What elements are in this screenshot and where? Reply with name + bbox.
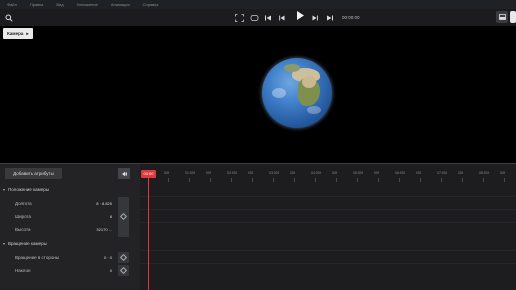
- ruler-tick: [231, 178, 232, 182]
- timeline-track[interactable]: [140, 222, 516, 236]
- ruler-tick: [420, 178, 421, 182]
- camera-button[interactable]: Камера ▸: [3, 28, 33, 39]
- skip-start-icon[interactable]: [264, 12, 272, 23]
- attribute-label: Широта: [15, 214, 32, 219]
- camera-button-label: Камера: [7, 31, 24, 36]
- step-forward-icon[interactable]: [311, 12, 319, 23]
- ruler-tick: [441, 178, 442, 182]
- loop-icon[interactable]: [250, 12, 259, 23]
- ruler-tick: [336, 178, 337, 182]
- attribute-value[interactable]: 8: [110, 210, 112, 223]
- continent-europe: [284, 64, 300, 72]
- skip-end-icon[interactable]: [326, 12, 334, 23]
- time-ruler[interactable]: 00f 01:00f 00f 02:00f 00f 03:00f 00f 04:00f 00f 0…: [140, 170, 516, 178]
- ruler-label: 00f: [458, 171, 463, 175]
- playhead[interactable]: [148, 178, 149, 290]
- ruler-tick: [315, 178, 316, 182]
- ruler-label: 00f: [500, 171, 505, 175]
- attribute-row: Высота 32170 ...: [0, 223, 140, 236]
- ruler-tick: [399, 178, 400, 182]
- search-icon[interactable]: [5, 12, 13, 23]
- ruler-tick: [504, 178, 505, 182]
- ruler-label: 00f: [164, 171, 169, 175]
- section-title: Вращение камеры: [8, 241, 47, 246]
- ruler-label: 00f: [374, 171, 379, 175]
- menu-bar: Файл Правка Вид Наложение Анимация Справ…: [0, 0, 516, 9]
- ruler-label: 04:00f: [311, 171, 321, 175]
- ruler-label: 00f: [290, 171, 295, 175]
- attribute-value[interactable]: 32170 ...: [96, 223, 112, 236]
- map-viewport[interactable]: [0, 26, 516, 163]
- section-camera-position[interactable]: ▼ Положение камеры: [0, 185, 140, 194]
- ruler-label: 00f: [206, 171, 211, 175]
- section-title: Положение камеры: [8, 187, 49, 192]
- menu-file[interactable]: Файл: [7, 2, 17, 7]
- attribute-row: Долгота 8 · 8.825: [0, 197, 140, 210]
- ruler-tick: [294, 178, 295, 182]
- attribute-label: Долгота: [15, 201, 32, 206]
- play-icon[interactable]: [295, 10, 305, 21]
- attribute-value[interactable]: 0 · 0: [104, 251, 112, 264]
- ruler-label: 00f: [416, 171, 421, 175]
- section-camera-rotation[interactable]: ▼ Вращение камеры: [0, 239, 140, 248]
- timecode: 00:00:00: [342, 15, 360, 20]
- keyframe-diamond-icon[interactable]: [118, 252, 129, 263]
- menu-animation[interactable]: Анимация: [111, 2, 130, 7]
- menu-view[interactable]: Вид: [56, 2, 63, 7]
- ruler-tick: [189, 178, 190, 182]
- ruler-tick: [378, 178, 379, 182]
- ruler-tick: [462, 178, 463, 182]
- logo-icon: [510, 11, 516, 23]
- ruler-label: 01:00f: [185, 171, 195, 175]
- ruler-label: 03:00f: [269, 171, 279, 175]
- clouds: [307, 106, 321, 114]
- ruler-tick: [273, 178, 274, 182]
- chevron-down-icon: ▼: [2, 188, 6, 192]
- chevron-down-icon: ▼: [2, 242, 6, 246]
- fit-frame-icon[interactable]: [235, 12, 244, 23]
- ruler-tick: [483, 178, 484, 182]
- playhead-label[interactable]: 00:00: [141, 170, 156, 178]
- timeline-track[interactable]: [140, 250, 516, 264]
- attribute-value[interactable]: 0: [110, 264, 112, 277]
- attribute-label: Наклон: [15, 268, 31, 273]
- clouds: [272, 88, 286, 98]
- timeline-track[interactable]: [140, 263, 516, 277]
- timeline-track[interactable]: [140, 209, 516, 223]
- ruler-tick: [210, 178, 211, 182]
- attribute-label: Вращение в стороны: [15, 255, 60, 260]
- step-back-icon[interactable]: [278, 12, 286, 23]
- menu-edit[interactable]: Правка: [30, 2, 44, 7]
- keyframe-toggle-button[interactable]: [118, 168, 130, 179]
- keyframe-diamond-icon[interactable]: [118, 211, 129, 222]
- attribute-label: Высота: [15, 227, 31, 232]
- menu-overlay[interactable]: Наложение: [77, 2, 98, 7]
- ruler-label: 07:00f: [437, 171, 447, 175]
- attribute-value[interactable]: 8 · 8.825: [96, 197, 112, 210]
- ruler-label: 02:00f: [227, 171, 237, 175]
- ruler-label: 05:00f: [353, 171, 363, 175]
- ruler-label: 00f: [332, 171, 337, 175]
- chevron-right-icon: ▸: [26, 31, 29, 36]
- timeline-track[interactable]: [140, 196, 516, 210]
- earth-globe[interactable]: [262, 58, 332, 128]
- ruler-label: 00f: [248, 171, 253, 175]
- ruler-tick: [357, 178, 358, 182]
- ruler-label: 06:00f: [395, 171, 405, 175]
- panel-icon[interactable]: [496, 11, 508, 23]
- ruler-tick: [252, 178, 253, 182]
- continent-sahara: [302, 76, 316, 88]
- ruler-label: 08:00f: [479, 171, 489, 175]
- add-attributes-button[interactable]: Добавить атрибуты: [5, 168, 62, 179]
- ruler-tick: [168, 178, 169, 182]
- menu-help[interactable]: Справка: [143, 2, 159, 7]
- keyframe-diamond-icon[interactable]: [118, 265, 129, 276]
